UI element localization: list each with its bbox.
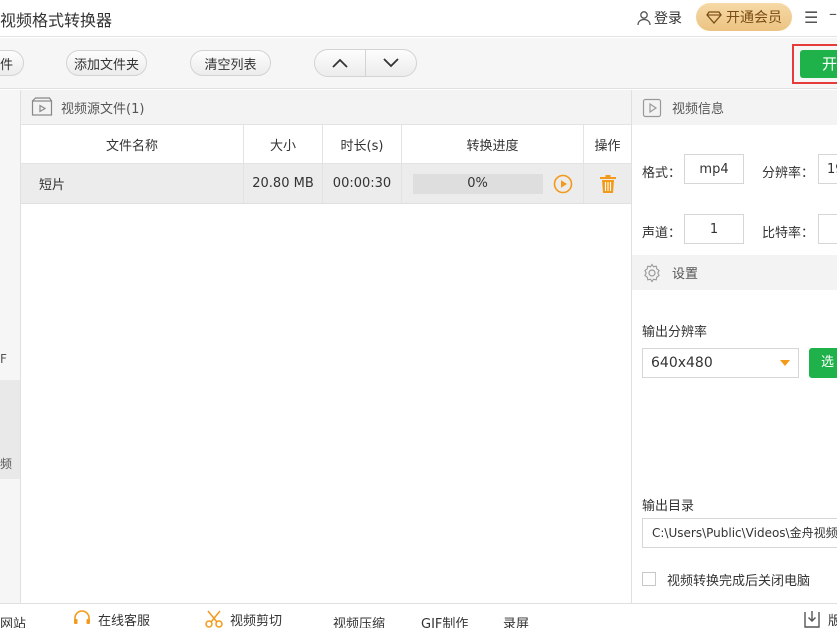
gif-maker-label: GIF制作 <box>421 617 469 628</box>
file-list-title: 视频源文件(1) <box>61 101 145 117</box>
start-button[interactable]: 开 <box>800 50 837 78</box>
table-header: 文件名称 大小 时长(s) 转换进度 操作 <box>21 125 631 164</box>
video-info-icon <box>642 98 662 117</box>
resolution-label: 分辨率： <box>762 166 815 181</box>
file-list-header: 视频源文件(1) <box>21 90 631 125</box>
format-field: mp4 <box>684 154 744 184</box>
column-header-size: 大小 <box>244 125 323 163</box>
file-duration-cell: 00:00:30 <box>323 164 402 203</box>
move-buttons <box>314 49 417 77</box>
video-compress-label: 视频压缩 <box>333 617 386 628</box>
left-sidebar: F 频 <box>0 90 21 603</box>
output-resolution-label: 输出分辨率 <box>642 325 708 340</box>
website-label: 网站 <box>0 617 27 628</box>
menu-icon[interactable]: ☰ <box>804 8 818 27</box>
gif-maker-link[interactable]: GIF制作 <box>421 613 468 628</box>
file-name-cell: 短片 <box>21 164 244 203</box>
format-label: 格式： <box>642 166 682 181</box>
column-header-action: 操作 <box>594 138 621 154</box>
gear-icon <box>644 262 660 283</box>
video-compress-link[interactable]: 视频压缩 <box>333 613 385 628</box>
table-row[interactable]: 短片 20.80 MB 00:00:30 0% <box>21 164 631 204</box>
website-link[interactable]: 网站 <box>0 613 26 628</box>
user-icon <box>637 11 651 26</box>
add-folder-label: 添加文件夹 <box>73 57 139 73</box>
output-resolution-value: 640x480 <box>651 355 713 371</box>
online-support-label: 在线客服 <box>98 613 151 628</box>
screen-record-link[interactable]: 录屏 <box>503 613 529 628</box>
output-dir-field[interactable]: C:\Users\Public\Videos\金舟视频 <box>642 518 837 548</box>
column-header-duration: 时长(s) <box>323 125 402 163</box>
settings-header: 设置 <box>632 255 837 290</box>
output-resolution-select[interactable]: 640x480 <box>642 348 799 378</box>
channels-field: 1 <box>684 214 744 244</box>
login-button[interactable]: 登录 <box>636 8 682 28</box>
channels-label: 声道： <box>642 226 682 241</box>
file-size-cell: 20.80 MB <box>244 164 323 203</box>
add-file-button[interactable]: 件 <box>0 50 24 76</box>
toolbar: 件 添加文件夹 清空列表 开 <box>0 38 837 89</box>
headset-icon <box>74 610 90 624</box>
shutdown-label: 视频转换完成后关闭电脑 <box>667 574 811 589</box>
video-cut-label: 视频剪切 <box>230 613 283 628</box>
version-link[interactable]: 版 <box>802 609 837 628</box>
play-icon <box>553 174 572 193</box>
diamond-icon <box>706 11 722 24</box>
bitrate-field <box>818 214 837 244</box>
clear-list-button[interactable]: 清空列表 <box>190 50 271 76</box>
column-header-name: 文件名称 <box>21 125 244 163</box>
column-header-progress: 转换进度 <box>402 125 584 163</box>
bitrate-label: 比特率： <box>762 226 815 241</box>
scissors-icon <box>205 610 223 628</box>
video-info-header: 视频信息 <box>632 90 837 125</box>
progress-cell: 0% <box>402 164 584 203</box>
screen-record-label: 录屏 <box>503 617 530 628</box>
sidebar-item-label: 频 <box>0 457 13 471</box>
video-cut-link[interactable]: 视频剪切 <box>204 609 282 628</box>
action-cell <box>584 164 631 203</box>
sidebar-item-label: F <box>0 352 7 366</box>
version-label: 版 <box>828 613 837 628</box>
online-support-link[interactable]: 在线客服 <box>72 609 150 628</box>
add-file-label: 件 <box>0 57 13 73</box>
right-panel: 视频信息 格式： mp4 分辨率： 19 声道： 1 比特率： 设置 输出分辨率… <box>631 90 837 603</box>
add-folder-button[interactable]: 添加文件夹 <box>66 50 147 76</box>
trash-icon <box>599 174 616 193</box>
chevron-down-icon <box>383 58 399 68</box>
vip-label: 开通会员 <box>726 10 782 26</box>
file-table: 文件名称 大小 时长(s) 转换进度 操作 短片 20.80 MB 00:00:… <box>21 125 631 204</box>
select-resolution-button[interactable]: 选 <box>809 348 837 378</box>
move-down-button[interactable] <box>366 50 416 76</box>
progress-bar: 0% <box>412 173 543 194</box>
resolution-field: 19 <box>818 154 837 184</box>
minimize-icon[interactable]: – <box>829 4 837 23</box>
clear-list-label: 清空列表 <box>204 57 257 73</box>
vip-button[interactable]: 开通会员 <box>696 3 792 31</box>
app-title: 视频格式转换器 <box>0 11 113 30</box>
caret-down-icon <box>780 360 790 366</box>
output-dir-label: 输出目录 <box>642 499 695 514</box>
bottom-bar: 网站 在线客服 视频剪切 视频压缩 GIF制作 录屏 版 <box>0 603 837 628</box>
video-info-title: 视频信息 <box>672 102 725 117</box>
title-bar: 视频格式转换器 登录 开通会员 ☰ – <box>0 0 837 37</box>
move-up-button[interactable] <box>315 50 366 76</box>
download-icon <box>804 611 820 628</box>
video-file-icon <box>31 97 53 116</box>
chevron-up-icon <box>332 58 348 68</box>
delete-button[interactable] <box>598 174 618 194</box>
shutdown-checkbox[interactable] <box>642 572 656 586</box>
settings-title: 设置 <box>672 267 699 282</box>
play-button[interactable] <box>553 174 573 194</box>
login-label: 登录 <box>654 11 682 27</box>
progress-text: 0% <box>467 176 488 191</box>
